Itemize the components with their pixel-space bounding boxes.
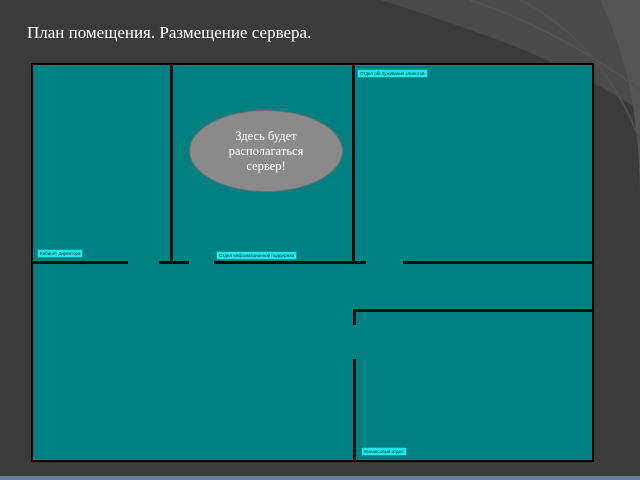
slide-title: План помещения. Размещение сервера. <box>27 23 312 42</box>
wall-finance-left-lower <box>353 359 356 462</box>
wall-finance-top <box>353 309 593 312</box>
room-label-info-support: Отдел информационной поддержки <box>216 251 297 260</box>
floor-plan: Здесь будет располагаться сервер! Кабине… <box>31 63 594 462</box>
slide-bottom-bar <box>0 476 640 480</box>
server-callout-text: Здесь будет располагаться сервер! <box>228 128 304 173</box>
wall-server-room-right <box>352 65 355 264</box>
wall-horizontal-3 <box>214 261 366 264</box>
wall-finance-left-upper <box>353 309 356 325</box>
room-label-client-service: Отдел обслуживания клиентов <box>357 69 428 78</box>
room-label-director: Кабинет Директора <box>37 249 84 258</box>
server-location-callout: Здесь будет располагаться сервер! <box>189 110 343 192</box>
wall-horizontal-1 <box>33 261 128 264</box>
wall-horizontal-4 <box>403 261 593 264</box>
room-label-finance: Финансовый отдел <box>361 447 407 456</box>
wall-director-right <box>170 65 173 264</box>
wall-horizontal-2 <box>159 261 189 264</box>
